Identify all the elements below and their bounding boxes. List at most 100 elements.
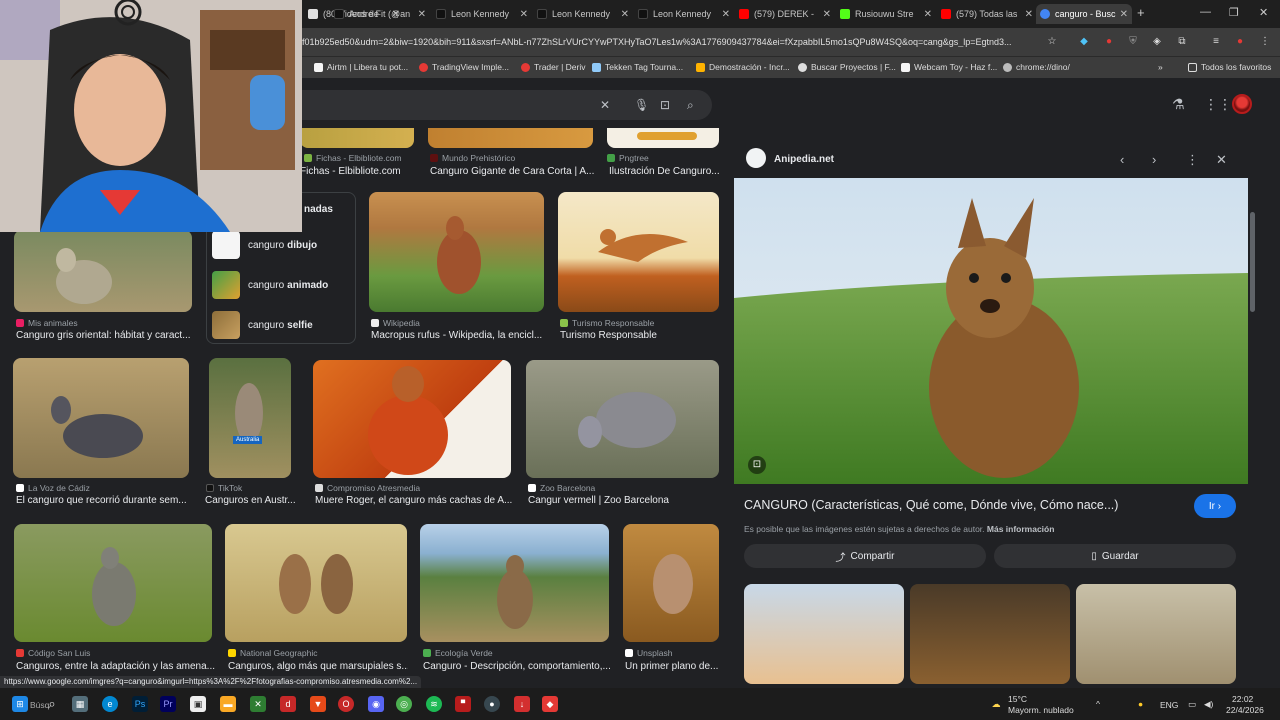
app-icon[interactable]: ◆ xyxy=(542,696,558,712)
result-caption[interactable]: Canguros en Austr... xyxy=(205,495,297,506)
tab-active[interactable]: canguro - Busc ✕ xyxy=(1036,4,1132,24)
save-button[interactable]: ▯ Guardar xyxy=(994,544,1236,568)
weather-icon[interactable]: ☁ xyxy=(988,696,1004,712)
extension-icon[interactable]: ● xyxy=(1103,36,1115,48)
close-icon[interactable]: ✕ xyxy=(1120,9,1128,20)
result-caption[interactable]: Turismo Responsable xyxy=(560,330,720,341)
more-options-icon[interactable]: ⋮ xyxy=(1186,152,1199,168)
related-image-thumb[interactable] xyxy=(910,584,1070,684)
close-icon[interactable]: ✕ xyxy=(722,9,730,20)
search-icon[interactable]: ⌕ xyxy=(44,696,60,712)
network-icon[interactable]: ▭ xyxy=(1188,699,1196,710)
close-icon[interactable]: ✕ xyxy=(520,9,528,20)
extension-icon[interactable]: ◈ xyxy=(1151,36,1163,48)
app-icon[interactable]: ↓ xyxy=(514,696,530,712)
lens-icon[interactable]: ⊡ xyxy=(660,98,670,112)
close-icon[interactable]: ✕ xyxy=(823,9,831,20)
apps-grid-icon[interactable]: ⋮⋮ xyxy=(1204,96,1232,113)
result-caption[interactable]: Canguro gris oriental: hábitat y caract.… xyxy=(16,330,196,341)
result-caption[interactable]: Ilustración De Canguro... xyxy=(609,166,719,177)
result-caption[interactable]: Cangur vermell | Zoo Barcelona xyxy=(528,495,723,506)
result-image[interactable] xyxy=(14,524,212,642)
result-image[interactable]: Australia xyxy=(209,358,291,478)
minimize-icon[interactable]: — xyxy=(1200,6,1211,18)
explorer-icon[interactable]: ▬ xyxy=(220,696,236,712)
task-view-icon[interactable]: ▦ xyxy=(72,696,88,712)
brave-icon[interactable]: ▼ xyxy=(310,696,326,712)
microphone-icon[interactable]: 🎙 xyxy=(634,98,649,112)
panel-title[interactable]: CANGURO (Características, Qué come, Dónd… xyxy=(744,498,1118,512)
url-field[interactable]: f01b925ed50&udm=2&biw=1920&bih=911&sxsrf… xyxy=(302,37,1032,47)
language-indicator[interactable]: ENG xyxy=(1160,700,1178,710)
result-image[interactable] xyxy=(607,128,719,148)
result-image[interactable] xyxy=(13,358,189,478)
result-caption[interactable]: Canguro - Descripción, comportamiento,..… xyxy=(423,661,613,672)
result-image[interactable] xyxy=(558,192,719,312)
more-bookmarks-icon[interactable]: » xyxy=(1158,62,1163,72)
edge-icon[interactable]: e xyxy=(102,696,118,712)
result-image[interactable] xyxy=(313,360,511,478)
bookmark-item[interactable]: Webcam Toy - Haz f... xyxy=(901,62,997,72)
clock-date[interactable]: 22/4/2026 xyxy=(1226,705,1264,715)
app-icon[interactable]: ▀ xyxy=(455,696,471,712)
close-icon[interactable]: ✕ xyxy=(418,9,426,20)
visit-button[interactable]: Ir › xyxy=(1194,494,1236,518)
close-icon[interactable]: ✕ xyxy=(621,9,629,20)
all-bookmarks[interactable]: Todos los favoritos xyxy=(1188,62,1271,72)
lens-search-icon[interactable]: ⊡ xyxy=(748,456,766,474)
preview-image[interactable]: ⊡ xyxy=(734,178,1248,484)
result-image[interactable] xyxy=(369,192,544,312)
windows-start-icon[interactable]: ⊞ xyxy=(12,696,28,712)
app-tray-icon[interactable]: ● xyxy=(1138,699,1143,709)
result-image[interactable] xyxy=(225,524,407,642)
maximize-icon[interactable]: ❐ xyxy=(1229,6,1239,19)
related-image-thumb[interactable] xyxy=(1076,584,1236,684)
tab-3[interactable]: Leon Kennedy ✕ xyxy=(533,4,633,24)
clock-time[interactable]: 22:02 xyxy=(1232,694,1253,704)
bookmark-item[interactable]: Airtm | Libera tu pot... xyxy=(314,62,408,72)
result-image[interactable] xyxy=(428,128,593,148)
window-close-icon[interactable]: ✕ xyxy=(1259,6,1268,19)
puzzle-icon[interactable]: ⧉ xyxy=(1176,36,1188,48)
bookmark-item[interactable]: Demostración - Incr... xyxy=(696,62,790,72)
result-caption[interactable]: Muere Roger, el canguro más cachas de A.… xyxy=(315,495,515,506)
chevron-up-icon[interactable]: ^ xyxy=(1096,699,1100,709)
tab-2[interactable]: Leon Kennedy ✕ xyxy=(432,4,532,24)
bookmark-item[interactable]: Trader | Deriv xyxy=(521,62,586,72)
related-item-animado[interactable]: canguro animado xyxy=(212,270,328,300)
more-info-link[interactable]: Más información xyxy=(987,524,1055,534)
result-image[interactable] xyxy=(300,128,414,148)
profile-icon[interactable]: ● xyxy=(1234,36,1246,48)
close-icon[interactable]: ✕ xyxy=(924,9,932,20)
related-item-dibujo[interactable]: canguro dibujo xyxy=(212,230,317,260)
tab-4[interactable]: Leon Kennedy ✕ xyxy=(634,4,734,24)
bookmark-item[interactable]: Tekken Tag Tourna... xyxy=(592,62,683,72)
spotify-icon[interactable]: ≋ xyxy=(426,696,442,712)
result-caption[interactable]: Macropus rufus - Wikipedia, la encicl... xyxy=(371,330,546,341)
result-image[interactable] xyxy=(14,230,192,312)
related-item-selfie[interactable]: canguro selfie xyxy=(212,310,313,340)
app-icon[interactable]: d xyxy=(280,696,296,712)
related-image-thumb[interactable] xyxy=(744,584,904,684)
labs-icon[interactable]: ⚗ xyxy=(1172,96,1185,113)
panel-site-name[interactable]: Anipedia.net xyxy=(774,154,834,165)
weather-desc[interactable]: Mayorm. nublado xyxy=(1008,705,1074,715)
avatar[interactable] xyxy=(1232,94,1252,114)
volume-icon[interactable]: ◀) xyxy=(1204,699,1213,710)
tab-7[interactable]: (579) Todas las ✕ xyxy=(937,4,1037,24)
clear-icon[interactable]: ✕ xyxy=(600,98,610,112)
photoshop-icon[interactable]: Ps xyxy=(132,696,148,712)
chevron-right-icon[interactable]: › xyxy=(1152,152,1156,167)
result-caption[interactable]: Fichas - Elbibliote.com xyxy=(300,166,420,177)
bookmark-item[interactable]: TradingView Imple... xyxy=(419,62,509,72)
tab-5[interactable]: (579) DEREK - ✕ xyxy=(735,4,835,24)
result-caption[interactable]: Canguro Gigante de Cara Corta | A... xyxy=(430,166,595,177)
menu-icon[interactable]: ⋮ xyxy=(1259,36,1271,48)
extension-icon[interactable]: ◆ xyxy=(1078,36,1090,48)
close-icon[interactable]: ✕ xyxy=(1216,152,1227,168)
opera-icon[interactable]: O xyxy=(338,696,354,712)
result-caption[interactable]: Un primer plano de... xyxy=(625,661,720,672)
chevron-left-icon[interactable]: ‹ xyxy=(1120,152,1124,167)
result-caption[interactable]: Canguros, algo más que marsupiales s... xyxy=(228,661,408,672)
weather-temp[interactable]: 15°C xyxy=(1008,694,1027,704)
